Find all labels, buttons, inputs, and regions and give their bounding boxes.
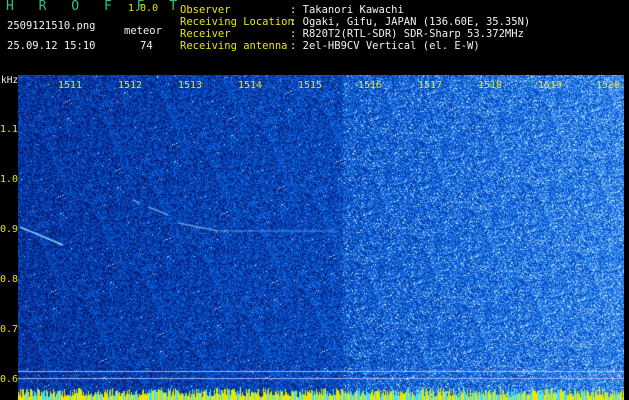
x-tick-label: 1513 [178, 80, 203, 91]
meteor-label: meteor [124, 25, 162, 37]
x-tick-label: 1511 [58, 80, 83, 91]
receiver-value: : R820T2(RTL-SDR) SDR-Sharp 53.372MHz [290, 28, 524, 40]
spectrogram-area [18, 75, 624, 400]
meteor-count: 74 [140, 40, 153, 52]
spectrogram-canvas [18, 75, 624, 400]
location-value: : Ogaki, Gifu, JAPAN (136.60E, 35.35N) [290, 16, 531, 28]
y-axis-unit: kHz [1, 75, 19, 86]
antenna-label: Receiving antenna [180, 40, 288, 52]
y-tick-label: 0.7 [0, 324, 19, 335]
app-version: 1.0.0 [128, 3, 159, 14]
observer-label: Observer [180, 4, 231, 16]
x-tick-label: 1515 [298, 80, 323, 91]
observer-value: : Takanori Kawachi [290, 4, 404, 16]
x-tick-label: 1512 [118, 80, 143, 91]
y-tick-label: 0.8 [0, 274, 19, 285]
x-tick-label: 1516 [358, 80, 383, 91]
x-tick-label: 1519 [538, 80, 563, 91]
y-tick-label: 0.9 [0, 224, 19, 235]
x-tick-label: 1518 [478, 80, 503, 91]
y-tick-label: 0.6 [0, 374, 19, 385]
timestamp-label: 25.09.12 15:10 [7, 40, 96, 52]
app-title: H R O F F T [6, 0, 186, 14]
receiver-label: Receiver [180, 28, 231, 40]
x-tick-label: 1520 [596, 80, 621, 91]
header-panel: H R O F F T 1.0.0 2509121510.png 25.09.1… [0, 0, 629, 75]
filename-label: 2509121510.png [7, 20, 96, 32]
y-tick-label: 1.1 [0, 124, 19, 135]
location-label: Receiving Location [180, 16, 294, 28]
antenna-value: : 2el-HB9CV Vertical (el. E-W) [290, 40, 480, 52]
y-tick-label: 1.0 [0, 174, 19, 185]
x-tick-label: 1514 [238, 80, 263, 91]
x-tick-label: 1517 [418, 80, 443, 91]
